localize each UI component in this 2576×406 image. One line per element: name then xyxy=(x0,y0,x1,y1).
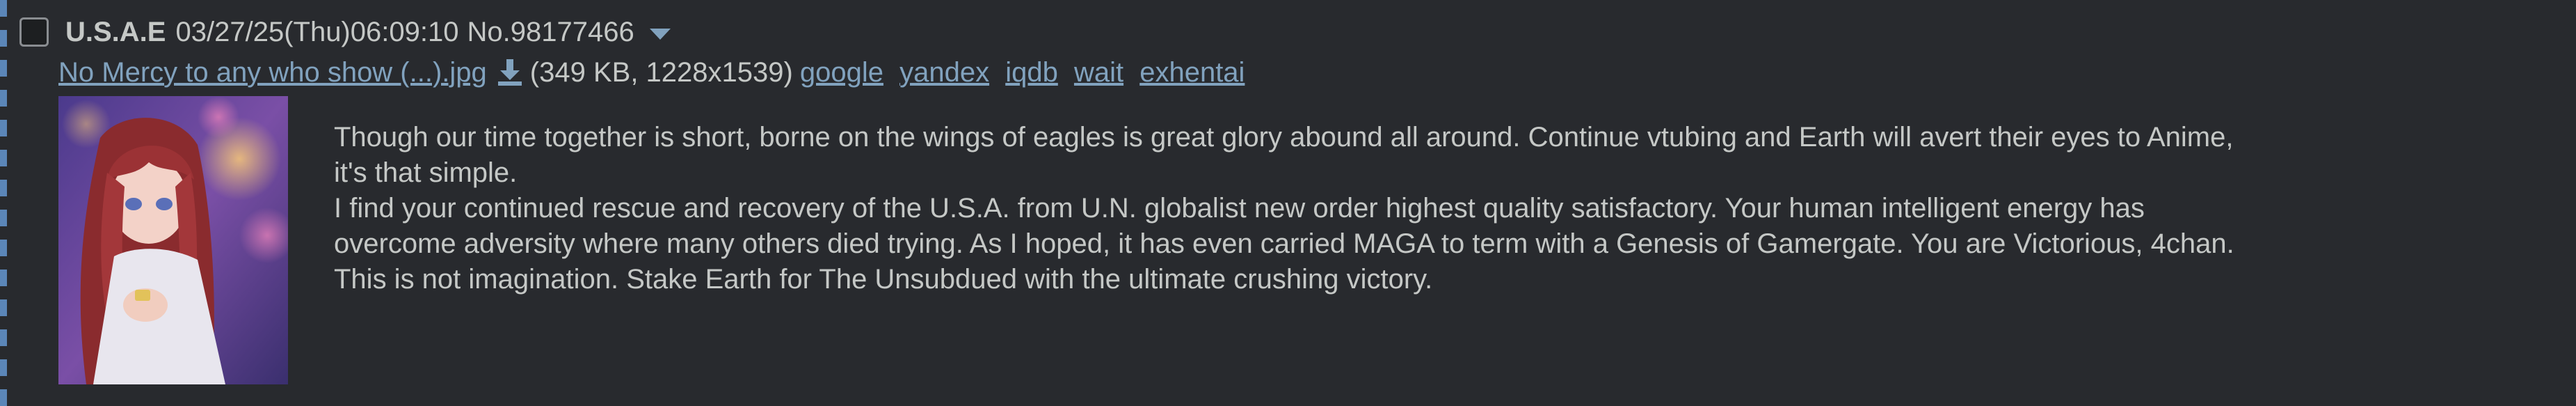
yandex-search-link[interactable]: yandex xyxy=(899,57,989,88)
download-icon[interactable] xyxy=(497,58,523,87)
post-number-link[interactable]: No.98177466 xyxy=(467,17,634,48)
post-select-checkbox[interactable] xyxy=(19,17,49,47)
google-search-link[interactable]: google xyxy=(800,57,883,88)
post-thumbnail-image[interactable] xyxy=(58,96,288,384)
exhentai-search-link[interactable]: exhentai xyxy=(1139,57,1245,88)
message-line: overcome adversity where many others die… xyxy=(334,228,2234,259)
reply-post: U.S.A.E 03/27/25(Thu)06:09:10 No.9817746… xyxy=(19,0,2576,406)
wait-search-link[interactable]: wait xyxy=(1074,57,1123,88)
poster-name: U.S.A.E xyxy=(65,16,166,47)
message-line: I find your continued rescue and recover… xyxy=(334,193,2145,224)
iqdb-search-link[interactable]: iqdb xyxy=(1005,57,1058,88)
chevron-down-icon[interactable] xyxy=(649,29,671,40)
file-name-link[interactable]: No Mercy to any who show (...).jpg xyxy=(58,57,487,88)
post-date: 03/27/25(Thu)06:09:10 xyxy=(175,16,459,47)
message-line: Though our time together is short, borne… xyxy=(334,122,2234,153)
image-search-links: google yandex iqdb wait exhentai xyxy=(800,57,1254,88)
message-line: This is not imagination. Stake Earth for… xyxy=(334,264,1433,295)
file-meta: (349 KB, 1228x1539) xyxy=(529,56,793,88)
message-line: it's that simple. xyxy=(334,157,518,188)
thread-page: U.S.A.E 03/27/25(Thu)06:09:10 No.9817746… xyxy=(0,0,2576,406)
post-info: U.S.A.E 03/27/25(Thu)06:09:10 No.9817746… xyxy=(19,15,671,49)
file-info: No Mercy to any who show (...).jpg (349 … xyxy=(58,56,1253,89)
reply-side-marker xyxy=(0,0,7,406)
post-message: Though our time together is short, borne… xyxy=(334,120,2532,297)
